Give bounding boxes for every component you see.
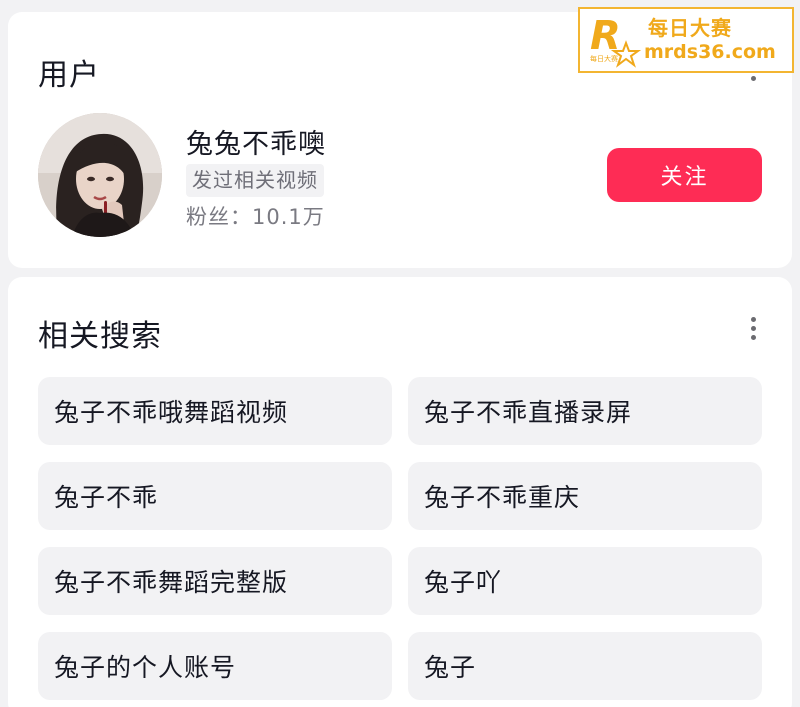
avatar-image	[38, 113, 162, 237]
related-search-item[interactable]: 兔子的个人账号	[38, 632, 392, 700]
fans-value: 10.1万	[252, 205, 325, 229]
related-search-grid: 兔子不乖哦舞蹈视频 兔子不乖直播录屏 兔子不乖 兔子不乖重庆 兔子不乖舞蹈完整版…	[38, 377, 762, 700]
follow-button[interactable]: 关注	[607, 148, 762, 202]
related-search-item[interactable]: 兔子不乖哦舞蹈视频	[38, 377, 392, 445]
avatar[interactable]	[38, 113, 162, 237]
watermark-cn-text: 每日大赛	[648, 16, 732, 40]
related-search-title: 相关搜索	[38, 319, 162, 354]
related-search-item[interactable]: 兔子	[408, 632, 762, 700]
related-search-item[interactable]: 兔子不乖	[38, 462, 392, 530]
watermark-emblem: R 每日大赛	[586, 9, 642, 71]
user-section-title: 用户	[38, 58, 100, 93]
watermark-url-text: mrds36.com	[644, 41, 776, 63]
user-name[interactable]: 兔兔不乖噢	[186, 122, 326, 161]
fans-count: 粉丝：10.1万	[186, 201, 325, 231]
watermark-logo: R 每日大赛 每日大赛 mrds36.com	[578, 7, 794, 73]
related-video-badge: 发过相关视频	[186, 164, 324, 197]
svg-text:每日大赛: 每日大赛	[590, 54, 618, 63]
related-search-item[interactable]: 兔子不乖舞蹈完整版	[38, 547, 392, 615]
related-search-item[interactable]: 兔子不乖直播录屏	[408, 377, 762, 445]
fans-label: 粉丝：	[186, 205, 252, 229]
related-search-card: 相关搜索 兔子不乖哦舞蹈视频 兔子不乖直播录屏 兔子不乖 兔子不乖重庆 兔子不乖…	[8, 277, 792, 707]
watermark-text: 每日大赛 mrds36.com	[644, 16, 776, 64]
related-search-more-icon[interactable]	[748, 317, 758, 340]
related-search-item[interactable]: 兔子吖	[408, 547, 762, 615]
related-search-item[interactable]: 兔子不乖重庆	[408, 462, 762, 530]
